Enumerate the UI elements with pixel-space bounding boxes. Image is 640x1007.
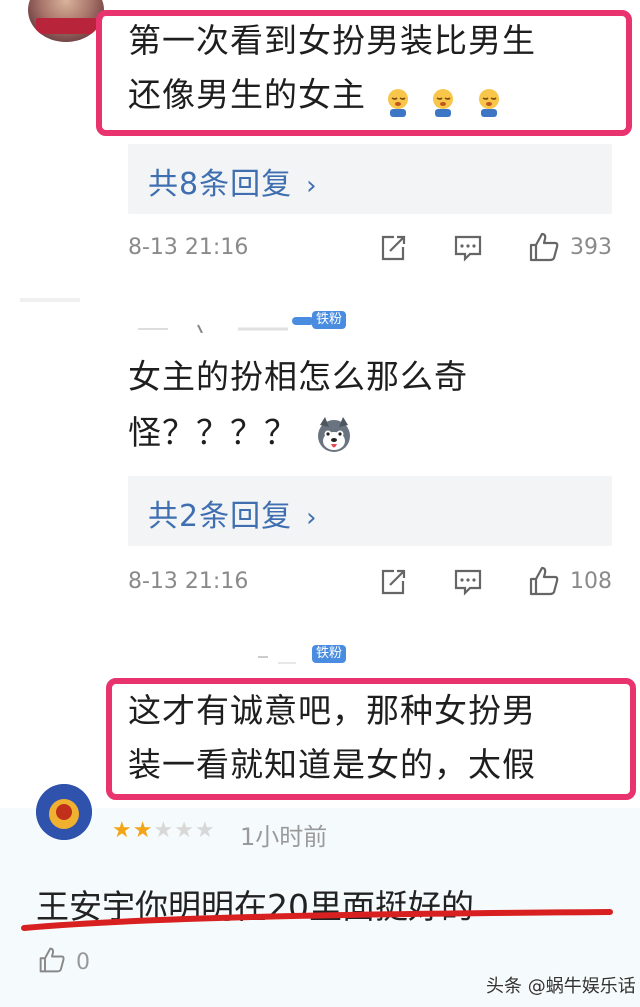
username[interactable] <box>128 652 308 664</box>
comment-time: 8-13 21:16 <box>128 235 249 260</box>
sleepy-face-icon <box>429 82 457 117</box>
avatar[interactable] <box>28 0 104 42</box>
like-icon[interactable] <box>528 565 559 596</box>
chevron-right-icon: › <box>306 503 318 533</box>
watermark: 头条 @蜗牛娱乐话 <box>486 976 636 997</box>
avatar[interactable] <box>36 784 92 840</box>
avatar[interactable] <box>20 298 80 302</box>
sleepy-face-icon <box>475 82 503 117</box>
replies-link[interactable]: 共2条回复 › <box>128 476 612 546</box>
like-icon[interactable] <box>38 946 68 976</box>
like-count: 0 <box>76 950 90 975</box>
chevron-right-icon: › <box>306 171 318 201</box>
star-filled-icon: ★ <box>132 818 154 843</box>
star-filled-icon: ★ <box>112 818 133 843</box>
review-time: 1小时前 <box>240 823 328 851</box>
username[interactable] <box>128 318 298 334</box>
like-count: 108 <box>570 569 612 594</box>
replies-count-label: 共8条回复 <box>148 167 293 202</box>
replies-link[interactable]: 共8条回复 › <box>128 144 612 214</box>
comment-time: 8-13 21:16 <box>128 569 249 594</box>
comment-text-line: 这才有诚意吧，那种女扮男 <box>128 691 536 730</box>
like-count: 393 <box>570 235 612 260</box>
star-empty-icon: ★ <box>194 818 216 843</box>
fan-badge: 铁粉 <box>312 645 347 663</box>
level-badge <box>292 317 314 325</box>
comment-text-line: 还像男生的女主 <box>128 70 503 120</box>
like-icon[interactable] <box>528 231 559 262</box>
fan-badge: 铁粉 <box>312 311 347 329</box>
comment-text-line: 第一次看到女扮男装比男生 <box>128 21 536 60</box>
replies-count-label: 共2条回复 <box>148 499 293 534</box>
comment-text-line: 女主的扮相怎么那么奇 <box>128 357 468 396</box>
repost-icon[interactable] <box>378 567 408 597</box>
sleepy-face-icon <box>384 82 412 117</box>
comment-text-line: 装一看就知道是女的，太假 <box>128 745 536 784</box>
comment-icon[interactable] <box>453 567 483 597</box>
star-rating: ★★★★★ <box>112 818 216 843</box>
repost-icon[interactable] <box>378 233 408 263</box>
comment-icon[interactable] <box>453 233 483 263</box>
red-underline <box>20 906 620 940</box>
comment-text-line: 怪？？？？ <box>128 408 354 458</box>
husky-face-icon <box>314 415 354 455</box>
star-empty-icon: ★ <box>174 818 195 843</box>
star-empty-icon: ★ <box>153 818 175 843</box>
